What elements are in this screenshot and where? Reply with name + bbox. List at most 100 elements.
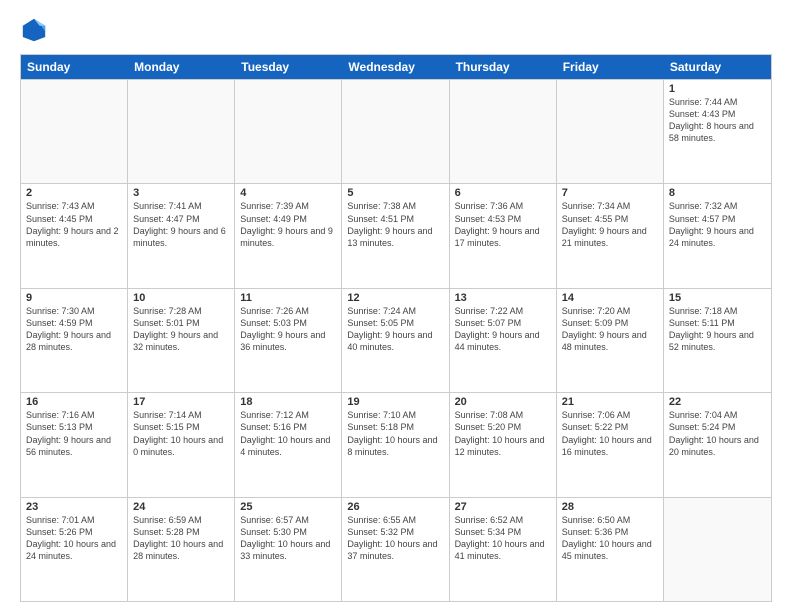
- day-cell-23: 23Sunrise: 7:01 AM Sunset: 5:26 PM Dayli…: [21, 498, 128, 601]
- day-info: Sunrise: 7:43 AM Sunset: 4:45 PM Dayligh…: [26, 200, 122, 249]
- week-row-1: 1Sunrise: 7:44 AM Sunset: 4:43 PM Daylig…: [21, 79, 771, 183]
- day-info: Sunrise: 7:01 AM Sunset: 5:26 PM Dayligh…: [26, 514, 122, 563]
- day-number: 15: [669, 292, 766, 304]
- day-cell-26: 26Sunrise: 6:55 AM Sunset: 5:32 PM Dayli…: [342, 498, 449, 601]
- week-row-5: 23Sunrise: 7:01 AM Sunset: 5:26 PM Dayli…: [21, 497, 771, 601]
- day-number: 13: [455, 292, 551, 304]
- day-number: 18: [240, 396, 336, 408]
- calendar-header: SundayMondayTuesdayWednesdayThursdayFrid…: [21, 55, 771, 79]
- day-number: 1: [669, 83, 766, 95]
- day-number: 16: [26, 396, 122, 408]
- header-cell-sunday: Sunday: [21, 55, 128, 79]
- day-cell-9: 9Sunrise: 7:30 AM Sunset: 4:59 PM Daylig…: [21, 289, 128, 392]
- day-number: 23: [26, 501, 122, 513]
- day-info: Sunrise: 7:04 AM Sunset: 5:24 PM Dayligh…: [669, 409, 766, 458]
- day-number: 9: [26, 292, 122, 304]
- week-row-3: 9Sunrise: 7:30 AM Sunset: 4:59 PM Daylig…: [21, 288, 771, 392]
- day-info: Sunrise: 6:59 AM Sunset: 5:28 PM Dayligh…: [133, 514, 229, 563]
- day-cell-17: 17Sunrise: 7:14 AM Sunset: 5:15 PM Dayli…: [128, 393, 235, 496]
- day-cell-19: 19Sunrise: 7:10 AM Sunset: 5:18 PM Dayli…: [342, 393, 449, 496]
- empty-cell: [557, 80, 664, 183]
- day-info: Sunrise: 6:55 AM Sunset: 5:32 PM Dayligh…: [347, 514, 443, 563]
- day-number: 19: [347, 396, 443, 408]
- day-info: Sunrise: 7:26 AM Sunset: 5:03 PM Dayligh…: [240, 305, 336, 354]
- day-cell-15: 15Sunrise: 7:18 AM Sunset: 5:11 PM Dayli…: [664, 289, 771, 392]
- day-number: 25: [240, 501, 336, 513]
- empty-cell: [664, 498, 771, 601]
- day-cell-21: 21Sunrise: 7:06 AM Sunset: 5:22 PM Dayli…: [557, 393, 664, 496]
- day-info: Sunrise: 7:08 AM Sunset: 5:20 PM Dayligh…: [455, 409, 551, 458]
- day-number: 27: [455, 501, 551, 513]
- header: [20, 16, 772, 44]
- day-cell-4: 4Sunrise: 7:39 AM Sunset: 4:49 PM Daylig…: [235, 184, 342, 287]
- day-cell-14: 14Sunrise: 7:20 AM Sunset: 5:09 PM Dayli…: [557, 289, 664, 392]
- day-info: Sunrise: 7:38 AM Sunset: 4:51 PM Dayligh…: [347, 200, 443, 249]
- day-number: 4: [240, 187, 336, 199]
- day-info: Sunrise: 7:24 AM Sunset: 5:05 PM Dayligh…: [347, 305, 443, 354]
- day-cell-6: 6Sunrise: 7:36 AM Sunset: 4:53 PM Daylig…: [450, 184, 557, 287]
- day-cell-22: 22Sunrise: 7:04 AM Sunset: 5:24 PM Dayli…: [664, 393, 771, 496]
- empty-cell: [450, 80, 557, 183]
- day-number: 20: [455, 396, 551, 408]
- day-number: 8: [669, 187, 766, 199]
- day-number: 17: [133, 396, 229, 408]
- day-info: Sunrise: 7:39 AM Sunset: 4:49 PM Dayligh…: [240, 200, 336, 249]
- day-number: 12: [347, 292, 443, 304]
- day-info: Sunrise: 7:14 AM Sunset: 5:15 PM Dayligh…: [133, 409, 229, 458]
- empty-cell: [21, 80, 128, 183]
- day-number: 24: [133, 501, 229, 513]
- header-cell-tuesday: Tuesday: [235, 55, 342, 79]
- day-cell-11: 11Sunrise: 7:26 AM Sunset: 5:03 PM Dayli…: [235, 289, 342, 392]
- day-cell-28: 28Sunrise: 6:50 AM Sunset: 5:36 PM Dayli…: [557, 498, 664, 601]
- day-number: 26: [347, 501, 443, 513]
- empty-cell: [342, 80, 449, 183]
- day-cell-12: 12Sunrise: 7:24 AM Sunset: 5:05 PM Dayli…: [342, 289, 449, 392]
- day-info: Sunrise: 7:18 AM Sunset: 5:11 PM Dayligh…: [669, 305, 766, 354]
- day-info: Sunrise: 7:32 AM Sunset: 4:57 PM Dayligh…: [669, 200, 766, 249]
- day-cell-18: 18Sunrise: 7:12 AM Sunset: 5:16 PM Dayli…: [235, 393, 342, 496]
- header-cell-friday: Friday: [557, 55, 664, 79]
- day-info: Sunrise: 7:28 AM Sunset: 5:01 PM Dayligh…: [133, 305, 229, 354]
- day-number: 5: [347, 187, 443, 199]
- day-info: Sunrise: 6:52 AM Sunset: 5:34 PM Dayligh…: [455, 514, 551, 563]
- day-cell-1: 1Sunrise: 7:44 AM Sunset: 4:43 PM Daylig…: [664, 80, 771, 183]
- day-cell-20: 20Sunrise: 7:08 AM Sunset: 5:20 PM Dayli…: [450, 393, 557, 496]
- calendar: SundayMondayTuesdayWednesdayThursdayFrid…: [20, 54, 772, 602]
- day-cell-16: 16Sunrise: 7:16 AM Sunset: 5:13 PM Dayli…: [21, 393, 128, 496]
- empty-cell: [235, 80, 342, 183]
- day-info: Sunrise: 7:12 AM Sunset: 5:16 PM Dayligh…: [240, 409, 336, 458]
- day-number: 7: [562, 187, 658, 199]
- week-row-2: 2Sunrise: 7:43 AM Sunset: 4:45 PM Daylig…: [21, 183, 771, 287]
- day-number: 11: [240, 292, 336, 304]
- logo-icon: [20, 16, 48, 44]
- header-cell-monday: Monday: [128, 55, 235, 79]
- day-info: Sunrise: 6:57 AM Sunset: 5:30 PM Dayligh…: [240, 514, 336, 563]
- day-number: 6: [455, 187, 551, 199]
- day-info: Sunrise: 7:41 AM Sunset: 4:47 PM Dayligh…: [133, 200, 229, 249]
- day-cell-2: 2Sunrise: 7:43 AM Sunset: 4:45 PM Daylig…: [21, 184, 128, 287]
- page: SundayMondayTuesdayWednesdayThursdayFrid…: [0, 0, 792, 612]
- day-number: 2: [26, 187, 122, 199]
- day-info: Sunrise: 7:16 AM Sunset: 5:13 PM Dayligh…: [26, 409, 122, 458]
- day-info: Sunrise: 7:30 AM Sunset: 4:59 PM Dayligh…: [26, 305, 122, 354]
- day-info: Sunrise: 6:50 AM Sunset: 5:36 PM Dayligh…: [562, 514, 658, 563]
- day-info: Sunrise: 7:44 AM Sunset: 4:43 PM Dayligh…: [669, 96, 766, 145]
- day-cell-27: 27Sunrise: 6:52 AM Sunset: 5:34 PM Dayli…: [450, 498, 557, 601]
- day-number: 22: [669, 396, 766, 408]
- day-cell-3: 3Sunrise: 7:41 AM Sunset: 4:47 PM Daylig…: [128, 184, 235, 287]
- day-cell-8: 8Sunrise: 7:32 AM Sunset: 4:57 PM Daylig…: [664, 184, 771, 287]
- day-cell-7: 7Sunrise: 7:34 AM Sunset: 4:55 PM Daylig…: [557, 184, 664, 287]
- day-info: Sunrise: 7:36 AM Sunset: 4:53 PM Dayligh…: [455, 200, 551, 249]
- calendar-body: 1Sunrise: 7:44 AM Sunset: 4:43 PM Daylig…: [21, 79, 771, 601]
- day-cell-25: 25Sunrise: 6:57 AM Sunset: 5:30 PM Dayli…: [235, 498, 342, 601]
- day-cell-10: 10Sunrise: 7:28 AM Sunset: 5:01 PM Dayli…: [128, 289, 235, 392]
- day-number: 3: [133, 187, 229, 199]
- header-cell-thursday: Thursday: [450, 55, 557, 79]
- day-info: Sunrise: 7:20 AM Sunset: 5:09 PM Dayligh…: [562, 305, 658, 354]
- header-cell-wednesday: Wednesday: [342, 55, 449, 79]
- logo: [20, 16, 52, 44]
- day-cell-24: 24Sunrise: 6:59 AM Sunset: 5:28 PM Dayli…: [128, 498, 235, 601]
- day-number: 14: [562, 292, 658, 304]
- day-cell-13: 13Sunrise: 7:22 AM Sunset: 5:07 PM Dayli…: [450, 289, 557, 392]
- day-number: 28: [562, 501, 658, 513]
